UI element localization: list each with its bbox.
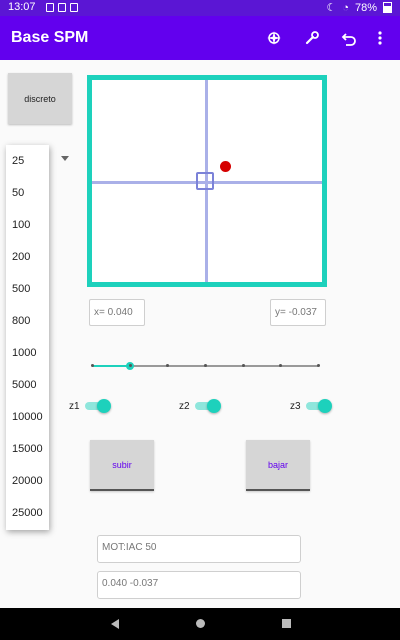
dropdown-option[interactable]: 200 [6,241,49,273]
compass-icon[interactable] [263,27,285,49]
wifi-icon: ◔ [342,1,349,14]
slider-tick [166,364,170,367]
step-dropdown-list[interactable]: 25 50 100 200 500 800 1000 5000 10000 15000 20000 2… [6,145,49,530]
undo-icon[interactable] [338,27,360,49]
wrench-icon[interactable] [301,27,323,49]
slider-tick [204,364,207,367]
position-output: 0.040 -0.037 [97,571,301,599]
home-icon[interactable] [196,619,205,628]
step-slider[interactable] [91,362,320,370]
app-title: Base SPM [11,29,89,46]
dropdown-option[interactable]: 10000 [6,401,49,433]
discreto-button[interactable]: discreto [8,73,72,124]
dropdown-option[interactable]: 800 [6,305,49,337]
status-time: 13:07 [8,1,36,13]
slider-tick [91,364,94,367]
dropdown-option[interactable]: 20000 [6,465,49,497]
z3-label: z3 [290,401,301,412]
dropdown-option[interactable]: 25000 [6,497,49,529]
chevron-down-icon[interactable] [61,156,69,161]
z1-switch[interactable] [85,399,111,413]
navigation-bar [0,608,400,640]
sd-card-icon [58,3,66,12]
dropdown-option[interactable]: 5000 [6,369,49,401]
tip-marker [196,172,214,190]
z1-label: z1 [69,401,80,412]
bajar-button[interactable]: bajar [246,440,310,491]
more-vert-icon[interactable] [369,27,391,49]
download-icon [70,3,78,12]
y-coordinate-field: y= -0.037 [270,299,326,326]
dropdown-option[interactable]: 25 [6,145,49,177]
slider-tick [128,364,132,367]
slider-fill [92,365,131,367]
slider-tick [241,364,245,367]
command-output: MOT:IAC 50 [97,535,301,563]
battery-percent: 78% [354,1,377,14]
z3-switch[interactable] [306,399,332,413]
slider-tick [279,364,283,367]
slider-tick [317,364,320,367]
subir-button[interactable]: subir [90,440,154,491]
recents-icon[interactable] [282,619,291,628]
z2-label: z2 [179,401,190,412]
dropdown-option[interactable]: 15000 [6,433,49,465]
status-notification-icons [46,3,78,12]
app-bar: Base SPM [0,16,400,60]
x-coordinate-field: x= 0.040 [89,299,145,326]
dropdown-option[interactable]: 50 [6,177,49,209]
moon-icon: ☾ [326,2,337,14]
probe-position-dot [220,161,231,172]
battery-icon [383,2,392,13]
notification-icon [46,3,54,12]
scan-canvas[interactable] [87,75,327,287]
back-icon[interactable] [111,619,119,629]
status-bar: 13:07 ☾ ◔ 78% [0,0,400,16]
z2-switch[interactable] [195,399,221,413]
dropdown-option[interactable]: 1000 [6,337,49,369]
dropdown-option[interactable]: 500 [6,273,49,305]
dropdown-option[interactable]: 100 [6,209,49,241]
